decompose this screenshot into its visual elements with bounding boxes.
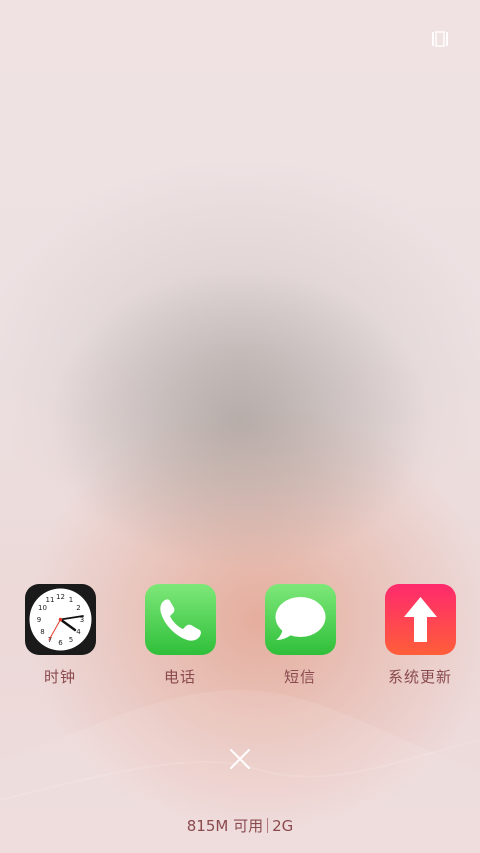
memory-info: 815M 可用 2G [0, 815, 480, 836]
memory-total: 2G [272, 817, 294, 835]
app-clock-label: 时钟 [43, 668, 76, 686]
clock-icon: 12 1 2 3 4 5 6 7 8 9 10 11 [24, 584, 96, 655]
app-messages[interactable]: 短信 [240, 584, 360, 687]
memory-divider [267, 818, 269, 833]
phone-icon [144, 584, 216, 655]
message-icon [264, 584, 336, 655]
recents-icon [432, 31, 448, 47]
update-arrow-icon [384, 584, 456, 655]
clock-number-11: 11 [45, 596, 54, 604]
recents-button[interactable] [428, 30, 452, 48]
clock-number-8: 8 [40, 628, 44, 636]
clock-number-9: 9 [36, 616, 40, 624]
clock-number-12: 12 [56, 593, 65, 601]
app-phone-label: 电话 [163, 668, 196, 686]
app-phone[interactable]: 电话 [120, 584, 240, 687]
wallpaper-wave [0, 690, 480, 853]
memory-available: 815M 可用 [186, 817, 264, 835]
clear-all-button[interactable] [228, 747, 252, 771]
clock-number-10: 10 [38, 604, 47, 612]
clock-number-5: 5 [68, 636, 72, 644]
app-system-update[interactable]: 系统更新 [360, 584, 480, 687]
app-clock[interactable]: 12 1 2 3 4 5 6 7 8 9 10 11 时钟 [0, 584, 120, 687]
clock-number-1: 1 [68, 596, 72, 604]
clock-number-4: 4 [76, 628, 81, 636]
clock-number-6: 6 [58, 639, 63, 647]
app-messages-label: 短信 [283, 668, 316, 686]
app-system-update-label: 系统更新 [387, 668, 452, 686]
clock-number-2: 2 [76, 604, 80, 612]
close-icon [230, 749, 250, 769]
